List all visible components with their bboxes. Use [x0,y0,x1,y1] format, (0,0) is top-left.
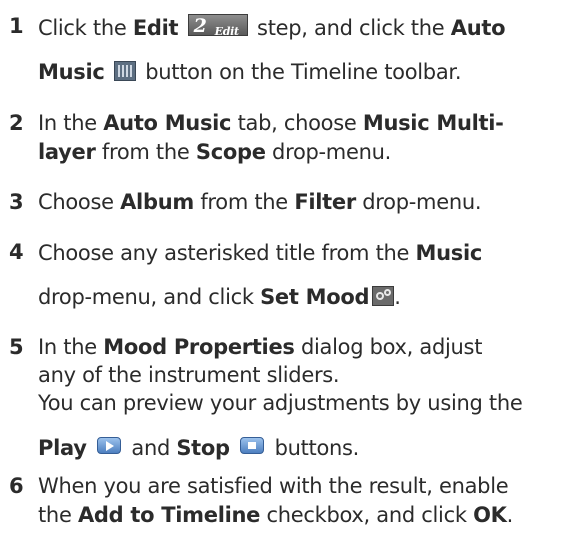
step-text: . [394,285,401,309]
step-term: layer [38,140,96,164]
stop-icon [240,437,265,454]
step-number: 1 [9,14,24,38]
step-line: When you are satisfied with the result, … [38,474,509,498]
step-line: layer from the Scope drop-menu. [38,138,504,167]
step-text: drop-menu. [355,190,482,214]
step-text: drop-menu. [265,140,391,164]
edit-step-label: Edit [214,25,239,38]
step-text: the [38,503,78,527]
step-line: You can preview your adjustments by usin… [38,391,523,415]
step-term: Filter [294,190,356,214]
step-term: Music Multi- [362,111,504,135]
step-term: Stop [176,436,230,460]
step-line: the Add to Timeline checkbox, and click … [38,501,513,530]
step-term: Album [120,190,194,214]
step-text: from the [193,190,295,214]
step-text: tab, choose [231,111,363,135]
step-term: Music [38,60,105,84]
step-3: 3 Choose Album from the Filter drop-menu… [9,189,482,215]
step-term: Music [415,241,483,265]
step-2: 2 In the Auto Music tab, choose Music Mu… [9,109,504,167]
step-4: 4 Choose any asterisked title from the M… [9,240,482,310]
step-6: 6 When you are satisfied with the result… [9,472,513,530]
step-text: buttons. [268,436,360,460]
step-term: Add to Timeline [77,503,261,527]
step-line: Choose any asterisked title from the Mus… [38,240,482,266]
step-text: from the [95,140,196,164]
step-number: 6 [9,474,24,498]
step-5: 5 In the Mood Properties dialog box, adj… [9,333,523,462]
play-icon [97,437,121,454]
step-text: In the [38,111,104,135]
step-line: Click the Edit 2 Edit step, and click the… [38,14,506,41]
step-text: checkbox, and click [260,503,474,527]
step-line: Play and Stop buttons. [38,434,522,462]
step-text: and [125,436,177,460]
step-text: Click the [38,16,133,40]
edit-step-number: 2 [193,15,207,37]
step-term: OK [473,503,507,527]
step-term: Scope [195,140,266,164]
step-line: any of the instrument sliders. [38,363,340,387]
step-term: Auto [450,16,506,40]
step-text: dialog box, adjust [294,335,483,359]
step-number: 4 [9,240,24,264]
auto-music-icon [113,61,136,81]
step-term: Auto Music [103,111,232,135]
set-mood-icon [372,286,395,306]
step-term: Play [38,436,87,460]
step-line: Choose Album from the Filter drop-menu. [38,189,482,215]
step-number: 3 [9,190,24,214]
step-line: Music button on the Timeline toolbar. [38,59,505,85]
step-term: Edit [132,16,179,40]
step-text: In the [38,335,104,359]
step-line: In the Auto Music tab, choose Music Mult… [38,109,504,138]
step-1: 1 Click the Edit 2 Edit step, and click t… [9,14,506,85]
edit-step-icon: 2 Edit [187,14,248,38]
step-number: 2 [9,111,24,135]
step-text: Choose [38,190,121,214]
step-text: step, and click the [250,16,451,40]
step-text: Choose any asterisked title from the [38,241,416,265]
step-line: drop-menu, and click Set Mood. [38,284,482,310]
step-text: button on the Timeline toolbar. [138,60,462,84]
step-line: In the Mood Properties dialog box, adjus… [38,333,522,361]
step-number: 5 [9,335,24,359]
step-text: . [506,503,514,527]
step-term: Set Mood [260,285,370,309]
step-term: Mood Properties [103,335,295,359]
step-text: drop-menu, and click [38,285,261,309]
